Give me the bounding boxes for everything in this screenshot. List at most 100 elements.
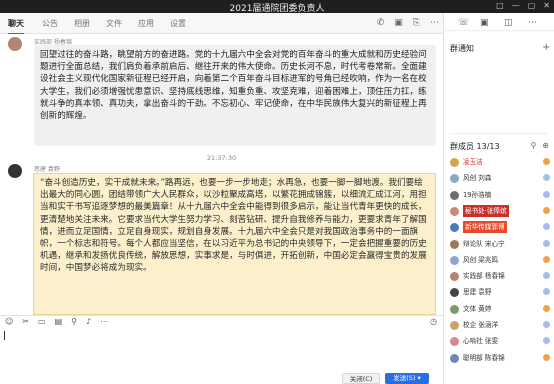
member-role-icon: [543, 321, 550, 328]
divider: [450, 133, 548, 134]
tab-album[interactable]: 相册: [74, 18, 90, 29]
chat-tabbar: 聊天 公告 相册 文件 应用 设置 ✆ ▣ ⎘ ⋯: [0, 13, 443, 35]
text-caret: [4, 331, 5, 340]
avatar: [450, 206, 459, 216]
group-members-title: 群成员 13/13: [450, 142, 500, 151]
add-member-icon[interactable]: ⊕: [542, 141, 549, 150]
member-name: 文体 黄婷: [463, 304, 492, 313]
screenshot-icon[interactable]: ✂: [22, 317, 29, 326]
member-role-icon: [543, 288, 550, 296]
member-name: 秘书处·张俸嫔: [463, 204, 509, 217]
tab-notice[interactable]: 公告: [42, 18, 58, 29]
member-name: 心啃社 张雯: [463, 337, 499, 346]
member-name: 思建 袁野: [463, 288, 492, 297]
minimize-icon[interactable]: —: [512, 1, 520, 10]
close-icon[interactable]: ✕: [543, 1, 550, 10]
member-item[interactable]: 实践部 杨春锦: [450, 270, 552, 282]
history-icon[interactable]: ◷: [430, 317, 437, 326]
member-role-icon: [543, 174, 550, 182]
member-name: 19孙浩楠: [463, 190, 492, 199]
member-name: 风创 梁兆鸣: [463, 255, 499, 264]
member-item[interactable]: 风创 梁兆鸣: [450, 254, 552, 266]
input-tools: ☺ ✂ ▭ ▤ ⚲ ♪ ⋯: [5, 317, 108, 326]
tab-chat[interactable]: 聊天: [8, 18, 24, 35]
member-role-icon: [543, 158, 550, 165]
message-timestamp: 21:37:30: [206, 154, 237, 162]
window-titlebar: 2021届通院团委负责人 □ — ▢ ✕: [0, 0, 554, 14]
avatar: [450, 239, 459, 249]
avatar[interactable]: [8, 37, 22, 51]
member-name: 新华传媒郭博: [463, 221, 507, 234]
avatar: [450, 223, 459, 233]
member-role-icon: [543, 337, 550, 345]
avatar: [450, 321, 459, 330]
close-button[interactable]: 关闭(C): [342, 373, 380, 384]
search-members-icon[interactable]: ⚲: [530, 141, 536, 150]
member-name: 校企 张涵洋: [463, 321, 499, 329]
member-role-icon: [543, 190, 550, 198]
tab-apps[interactable]: 应用: [138, 18, 154, 29]
avatar: [450, 353, 459, 363]
member-role-icon: [543, 304, 550, 312]
more-icon[interactable]: ⋯: [100, 317, 108, 326]
member-item[interactable]: 凌玉洁: [450, 156, 552, 168]
tab-files[interactable]: 文件: [106, 18, 122, 29]
member-item[interactable]: 19孙浩楠: [450, 189, 552, 201]
member-item[interactable]: 秘书处·张俸嫔: [450, 204, 552, 217]
member-name: 聪明部 陈春锦: [463, 353, 505, 362]
sidebar-toolbar: ☏ ▣ ◫ ⋯: [444, 13, 554, 31]
member-item[interactable]: 校企 张涵洋: [450, 319, 552, 331]
more-icon[interactable]: ⋯: [430, 18, 439, 28]
maximize-icon[interactable]: ▢: [528, 1, 536, 10]
member-name: 实践部 杨春锦: [463, 272, 505, 281]
members-tools: ⚲ ⊕: [530, 141, 549, 150]
group-app-icon[interactable]: ◫: [504, 18, 513, 28]
tab-settings[interactable]: 设置: [170, 18, 186, 29]
add-notice-icon[interactable]: +: [542, 42, 550, 53]
member-role-icon: [543, 353, 550, 361]
message-bubble[interactable]: “奋斗创造历史，实干成就未来。”路再远，也要一步一步地走；水再急，也要一脚一脚地…: [33, 173, 436, 315]
voice-call-icon[interactable]: ✆: [377, 18, 385, 28]
member-name: 风创 刘森: [463, 174, 492, 183]
avatar: [450, 288, 459, 298]
avatar: [450, 255, 459, 265]
avatar: [450, 304, 459, 314]
member-name: 辩论队 宋心宁: [463, 239, 505, 248]
member-item[interactable]: 聪明部 陈春锦: [450, 352, 552, 364]
member-role-icon: [543, 223, 550, 231]
video-call-icon[interactable]: ▣: [394, 18, 403, 28]
member-role-icon: [543, 239, 550, 247]
member-name: 凌玉洁: [463, 158, 483, 166]
group-notice-title: 群通知: [450, 44, 474, 53]
avatar: [450, 174, 459, 184]
avatar: [450, 272, 459, 282]
send-button[interactable]: 发送(S) ▾: [385, 373, 429, 384]
avatar: [450, 190, 459, 200]
input-toolbar: ☺ ✂ ▭ ▤ ⚲ ♪ ⋯ ◷: [0, 315, 443, 327]
member-role-icon: [543, 255, 550, 263]
member-item[interactable]: 辩论队 宋心宁: [450, 238, 552, 250]
group-more-icon[interactable]: ⋯: [528, 18, 537, 28]
group-call-icon[interactable]: ☏: [458, 18, 469, 28]
member-item[interactable]: 思建 袁野: [450, 286, 552, 298]
avatar: [450, 337, 459, 347]
member-item[interactable]: 新华传媒郭博: [450, 221, 552, 234]
search-icon[interactable]: ⚲: [71, 317, 77, 326]
member-item[interactable]: 心啃社 张雯: [450, 335, 552, 347]
message-list[interactable]: 实践部 杨春锦 回望过往的奋斗路，眺望前方的奋进路。党的十九届六中全会对党的百年…: [0, 34, 443, 315]
pin-icon[interactable]: □: [496, 1, 504, 10]
avatar[interactable]: [8, 164, 22, 178]
member-item[interactable]: 文体 黄婷: [450, 303, 552, 315]
share-screen-icon[interactable]: ⎘: [413, 18, 420, 28]
group-sidebar: ☏ ▣ ◫ ⋯ 群通知 + 群成员 13/13 ⚲ ⊕ 凌玉洁风创 刘森 19孙浩…: [443, 13, 554, 384]
message-sender: 思建 袁野: [34, 166, 60, 173]
file-icon[interactable]: ▭: [38, 317, 46, 326]
image-icon[interactable]: ▤: [55, 317, 63, 326]
chat-tools: ✆ ▣ ⎘ ⋯: [377, 18, 439, 28]
member-item[interactable]: 风创 刘森: [450, 172, 552, 184]
music-icon[interactable]: ♪: [86, 317, 91, 326]
message-bubble[interactable]: 回望过往的奋斗路，眺望前方的奋进路。党的十九届六中全会对党的百年奋斗的重大成就和…: [34, 45, 436, 146]
emoji-icon[interactable]: ☺: [5, 317, 13, 326]
avatar: [450, 158, 459, 167]
group-video-icon[interactable]: ▣: [480, 18, 489, 28]
